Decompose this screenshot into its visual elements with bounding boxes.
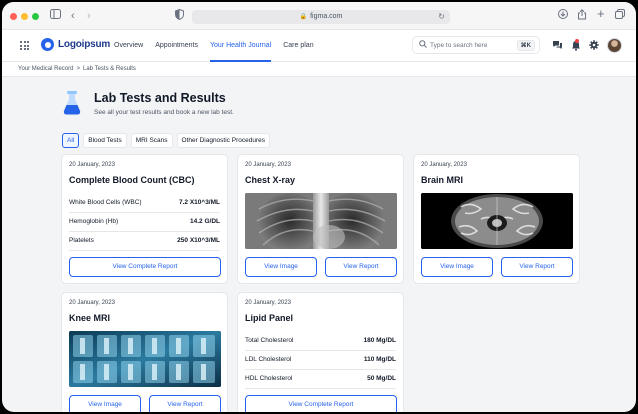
filter-blood-tests[interactable]: Blood Tests xyxy=(83,133,127,148)
breadcrumb-item-lab-tests: Lab Tests & Results xyxy=(83,66,136,72)
card-date: 20 January, 2023 xyxy=(245,162,291,168)
page-subtitle: See all your test results and book a new… xyxy=(94,109,234,116)
nav-appointments[interactable]: Appointments xyxy=(155,30,198,62)
reload-icon[interactable]: ↻ xyxy=(438,10,445,24)
main-nav: Overview Appointments Your Health Journa… xyxy=(114,30,326,62)
view-report-button[interactable]: View Report xyxy=(501,257,573,277)
card-date: 20 January, 2023 xyxy=(69,300,115,306)
breadcrumb: Your Medical Record > Lab Tests & Results xyxy=(2,62,636,77)
result-value: 180 Mg/DL xyxy=(363,337,396,344)
view-image-button[interactable]: View Image xyxy=(421,257,493,277)
result-row: LDL Cholesterol 110 Mg/DL xyxy=(245,350,396,370)
filter-mri-scans[interactable]: MRI Scans xyxy=(130,133,173,148)
result-value: 110 Mg/DL xyxy=(363,356,396,363)
result-row: Hemoglobin (Hb) 14.2 G/DL xyxy=(69,212,220,232)
lock-icon: 🔒 xyxy=(299,14,308,20)
browser-toolbar: ‹ › 🔒 figma.com ↻ + xyxy=(2,2,636,30)
result-value: 250 X10^3/ML xyxy=(177,237,220,244)
result-value: 14.2 G/DL xyxy=(190,218,220,225)
result-row: HDL Cholesterol 50 Mg/DL xyxy=(245,369,396,389)
sidebar-toggle-icon[interactable] xyxy=(50,9,61,23)
page-title: Lab Tests and Results xyxy=(94,91,226,105)
back-icon[interactable]: ‹ xyxy=(71,9,75,23)
search-icon xyxy=(419,40,427,50)
search-shortcut-badge: ⌘K xyxy=(516,40,535,51)
filter-tabs: All Blood Tests MRI Scans Other Diagnost… xyxy=(62,133,274,148)
download-icon[interactable] xyxy=(558,9,568,23)
share-icon[interactable] xyxy=(577,9,587,24)
chest-xray-image[interactable] xyxy=(245,193,397,249)
view-complete-report-button[interactable]: View Complete Report xyxy=(69,257,221,277)
result-label: LDL Cholesterol xyxy=(245,356,292,363)
new-tab-icon[interactable]: + xyxy=(597,7,605,21)
result-label: HDL Cholesterol xyxy=(245,375,293,382)
card-title: Knee MRI xyxy=(69,313,111,323)
result-card-lipid-panel: 20 January, 2023 Lipid Panel Total Chole… xyxy=(237,292,404,412)
result-label: Platelets xyxy=(69,237,94,244)
search-input[interactable] xyxy=(430,40,510,51)
result-card-knee-mri: 20 January, 2023 Knee MRI View Image Vie… xyxy=(61,292,228,412)
result-label: White Blood Cells (WBC) xyxy=(69,199,142,206)
notification-dot xyxy=(575,39,579,43)
shield-icon[interactable] xyxy=(175,8,184,24)
result-value: 7.2 X10^3/ML xyxy=(178,199,220,206)
result-value: 50 Mg/DL xyxy=(367,375,396,382)
card-title: Chest X-ray xyxy=(245,175,296,185)
view-image-button[interactable]: View Image xyxy=(69,395,141,412)
logo-text: Logoipsum xyxy=(58,39,111,50)
logo-mark-icon xyxy=(41,38,54,51)
breadcrumb-item-medical-record[interactable]: Your Medical Record xyxy=(18,66,73,72)
result-card-brain-mri: 20 January, 2023 Brain MRI View Image Vi… xyxy=(413,154,580,284)
nav-overview[interactable]: Overview xyxy=(114,30,143,62)
result-row: Platelets 250 X10^3/ML xyxy=(69,231,220,251)
search-box[interactable]: ⌘K xyxy=(412,36,540,54)
result-row: White Blood Cells (WBC) 7.2 X10^3/ML xyxy=(69,193,220,213)
close-window-button[interactable] xyxy=(10,13,17,20)
brain-mri-image[interactable] xyxy=(421,193,573,249)
card-title: Brain MRI xyxy=(421,175,464,185)
view-complete-report-button[interactable]: View Complete Report xyxy=(245,395,397,412)
avatar[interactable] xyxy=(607,38,622,53)
filter-all[interactable]: All xyxy=(62,133,80,148)
card-date: 20 January, 2023 xyxy=(69,162,115,168)
result-label: Total Cholesterol xyxy=(245,337,294,344)
view-report-button[interactable]: View Report xyxy=(325,257,397,277)
result-card-chest-xray: 20 January, 2023 Chest X-ray View Image xyxy=(237,154,404,284)
card-title: Complete Blood Count (CBC) xyxy=(69,175,195,185)
card-title: Lipid Panel xyxy=(245,313,294,323)
result-label: Hemoglobin (Hb) xyxy=(69,218,119,225)
forward-icon[interactable]: › xyxy=(87,9,91,23)
card-date: 20 January, 2023 xyxy=(421,162,467,168)
result-card-cbc: 20 January, 2023 Complete Blood Count (C… xyxy=(61,154,228,284)
gear-icon[interactable] xyxy=(589,40,599,54)
tabs-overview-icon[interactable] xyxy=(615,9,625,23)
url-text: figma.com xyxy=(310,13,343,20)
breadcrumb-separator: > xyxy=(76,66,80,72)
app-navbar: Logoipsum Overview Appointments Your Hea… xyxy=(2,30,636,62)
knee-mri-image[interactable] xyxy=(69,331,221,387)
logo[interactable]: Logoipsum xyxy=(41,38,110,51)
result-row: Total Cholesterol 180 Mg/DL xyxy=(245,331,396,351)
card-date: 20 January, 2023 xyxy=(245,300,291,306)
lab-flask-icon xyxy=(62,90,82,116)
minimize-window-button[interactable] xyxy=(21,13,28,20)
view-image-button[interactable]: View Image xyxy=(245,257,317,277)
apps-grid-icon[interactable] xyxy=(20,41,29,50)
maximize-window-button[interactable] xyxy=(32,13,39,20)
view-report-button[interactable]: View Report xyxy=(149,395,221,412)
browser-window: ‹ › 🔒 figma.com ↻ + Logoipsum Overview A… xyxy=(2,2,636,412)
messages-icon[interactable] xyxy=(552,40,563,54)
nav-care-plan[interactable]: Care plan xyxy=(283,30,313,62)
address-bar[interactable]: 🔒 figma.com ↻ xyxy=(192,10,450,24)
nav-health-journal[interactable]: Your Health Journal xyxy=(210,30,272,62)
filter-other-procedures[interactable]: Other Diagnostic Procedures xyxy=(176,133,270,148)
